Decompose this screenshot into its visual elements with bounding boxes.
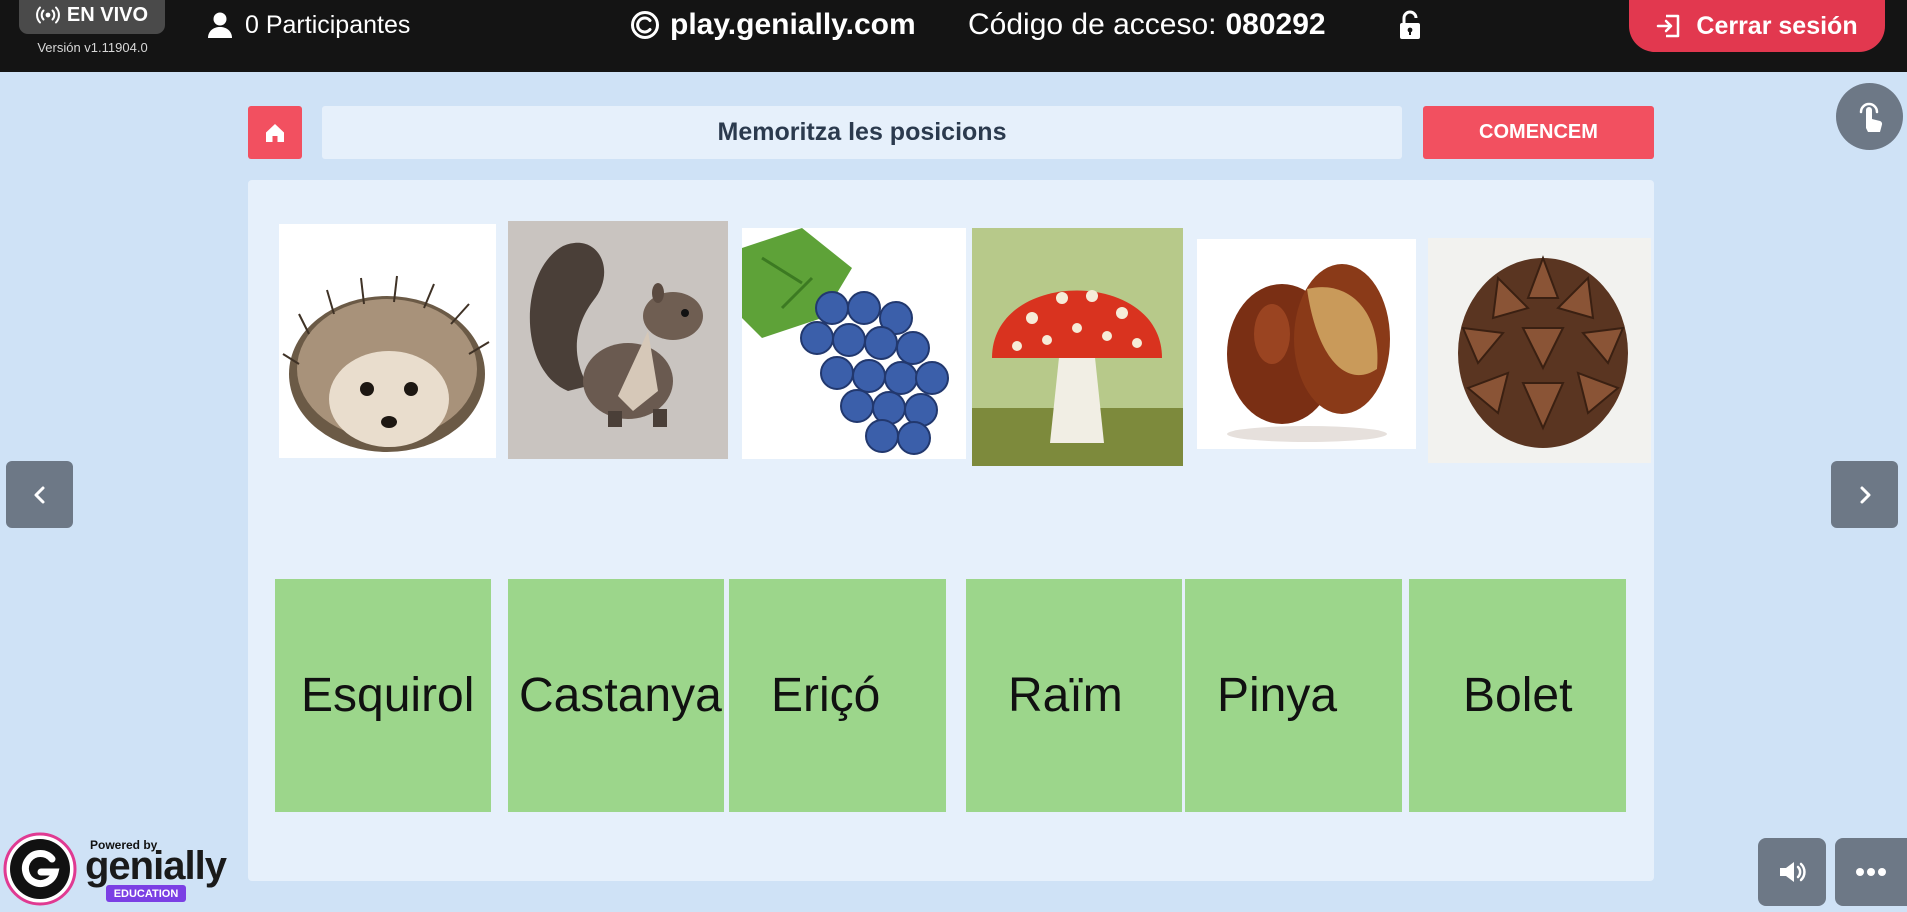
grapes-icon bbox=[742, 228, 966, 459]
previous-button[interactable] bbox=[6, 461, 73, 528]
grapes-image[interactable] bbox=[742, 228, 966, 459]
start-button[interactable]: COMENCEM bbox=[1423, 106, 1654, 159]
chevron-right-icon bbox=[1860, 486, 1870, 503]
top-bar: EN VIVO Versión v1.11904.0 0 Participant… bbox=[0, 0, 1907, 72]
chestnut-image[interactable] bbox=[1197, 239, 1416, 449]
word-card-label: Eriçó bbox=[771, 669, 881, 722]
more-options-button[interactable] bbox=[1835, 838, 1907, 906]
mushroom-image[interactable] bbox=[972, 228, 1183, 466]
site-link[interactable]: play.genially.com bbox=[630, 6, 916, 44]
hedgehog-icon bbox=[279, 224, 496, 458]
logout-button[interactable]: Cerrar sesión bbox=[1629, 0, 1885, 52]
word-card-label: Castanya bbox=[519, 669, 722, 722]
squirrel-icon bbox=[508, 221, 728, 459]
user-icon bbox=[208, 12, 232, 38]
more-icon bbox=[1856, 868, 1886, 876]
live-badge: EN VIVO bbox=[19, 0, 165, 34]
touch-mode-button[interactable] bbox=[1836, 83, 1903, 150]
word-card-label: Bolet bbox=[1463, 669, 1573, 722]
participants-label: 0 Participantes bbox=[245, 10, 411, 39]
word-card-label: Esquirol bbox=[301, 669, 475, 722]
mushroom-icon bbox=[972, 228, 1183, 466]
logout-icon bbox=[1657, 14, 1680, 38]
genially-branding[interactable]: Powered by genially EDUCATION bbox=[3, 832, 227, 910]
copyright-icon bbox=[631, 11, 659, 39]
hedgehog-image[interactable] bbox=[279, 224, 496, 458]
word-card[interactable]: Bolet bbox=[1409, 579, 1626, 812]
sound-button[interactable] bbox=[1758, 838, 1826, 906]
word-card[interactable]: Esquirol bbox=[275, 579, 491, 812]
chevron-left-icon bbox=[34, 486, 44, 503]
page-title: Memoritza les posicions bbox=[322, 106, 1402, 159]
home-button[interactable] bbox=[248, 106, 302, 159]
squirrel-image[interactable] bbox=[508, 221, 728, 459]
word-card-label: Pinya bbox=[1217, 669, 1338, 722]
speaker-icon bbox=[1780, 862, 1806, 882]
site-label: play.genially.com bbox=[670, 8, 916, 41]
word-card[interactable]: Pinya bbox=[1185, 579, 1402, 812]
access-code-label: Código de acceso: bbox=[968, 8, 1217, 41]
home-icon bbox=[266, 123, 284, 142]
word-card[interactable]: Raïm bbox=[966, 579, 1182, 812]
participants-counter[interactable]: 0 Participantes bbox=[205, 8, 410, 42]
touch-icon bbox=[1859, 102, 1882, 132]
broadcast-icon bbox=[35, 6, 60, 24]
access-code: Código de acceso: 080292 bbox=[968, 6, 1326, 44]
pinecone-image[interactable] bbox=[1428, 238, 1651, 463]
unlock-icon[interactable] bbox=[1398, 10, 1422, 40]
pinecone-icon bbox=[1428, 238, 1651, 463]
genially-wordmark: genially bbox=[85, 844, 227, 888]
logout-label: Cerrar sesión bbox=[1696, 11, 1858, 40]
chestnut-icon bbox=[1197, 239, 1416, 449]
version-label: Versión v1.11904.0 bbox=[37, 40, 148, 55]
word-card[interactable]: Castanya bbox=[508, 579, 724, 812]
genially-logo-icon bbox=[3, 832, 77, 906]
word-card[interactable]: Eriçó bbox=[729, 579, 946, 812]
access-code-value: 080292 bbox=[1225, 8, 1326, 41]
word-card-label: Raïm bbox=[1008, 669, 1123, 722]
education-badge: EDUCATION bbox=[106, 885, 186, 902]
next-button[interactable] bbox=[1831, 461, 1898, 528]
live-label: EN VIVO bbox=[66, 3, 149, 26]
